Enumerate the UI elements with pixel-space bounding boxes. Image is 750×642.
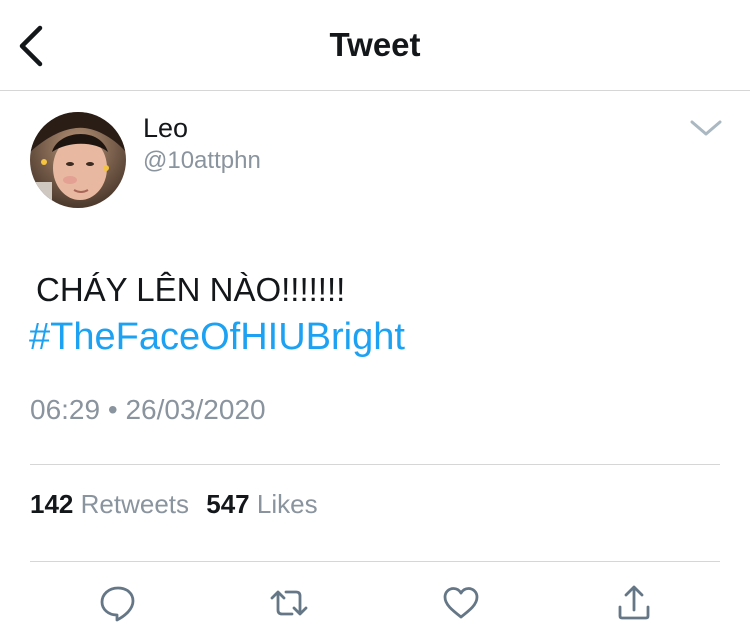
like-icon [443, 587, 479, 619]
reply-icon [100, 586, 135, 622]
tweet-menu-button[interactable] [686, 112, 726, 144]
tweet-stats: 142 Retweets 547 Likes [30, 489, 318, 520]
hashtag-link[interactable]: #TheFaceOfHIUBright [29, 313, 405, 361]
tweet-timestamp: 06:29 • 26/03/2020 [30, 394, 266, 426]
retweets-count: 142 [30, 489, 74, 519]
retweet-button[interactable] [269, 583, 309, 623]
share-button[interactable] [614, 583, 654, 623]
timestamp-separator: • [107, 394, 118, 425]
likes-count: 547 [206, 489, 250, 519]
divider [30, 561, 720, 562]
reply-button[interactable] [98, 583, 138, 623]
retweet-icon [270, 590, 308, 616]
author-handle: @10attphn [143, 147, 261, 174]
author-display-name[interactable]: Leo [143, 113, 188, 144]
top-bar: Tweet [0, 0, 750, 91]
tweet-time: 06:29 [30, 394, 101, 425]
like-button[interactable] [441, 583, 481, 623]
retweets-stat[interactable]: 142 Retweets [30, 489, 189, 519]
chevron-down-icon [690, 120, 722, 136]
page-title: Tweet [329, 26, 421, 63]
avatar[interactable] [30, 112, 126, 208]
tweet-text: CHÁY LÊN NÀO!!!!!!! [36, 271, 346, 308]
tweet-date: 26/03/2020 [125, 394, 266, 425]
likes-label: Likes [256, 489, 318, 519]
likes-stat[interactable]: 547 Likes [206, 489, 317, 519]
retweets-label: Retweets [80, 489, 190, 519]
share-icon [618, 585, 650, 620]
divider [30, 464, 720, 465]
